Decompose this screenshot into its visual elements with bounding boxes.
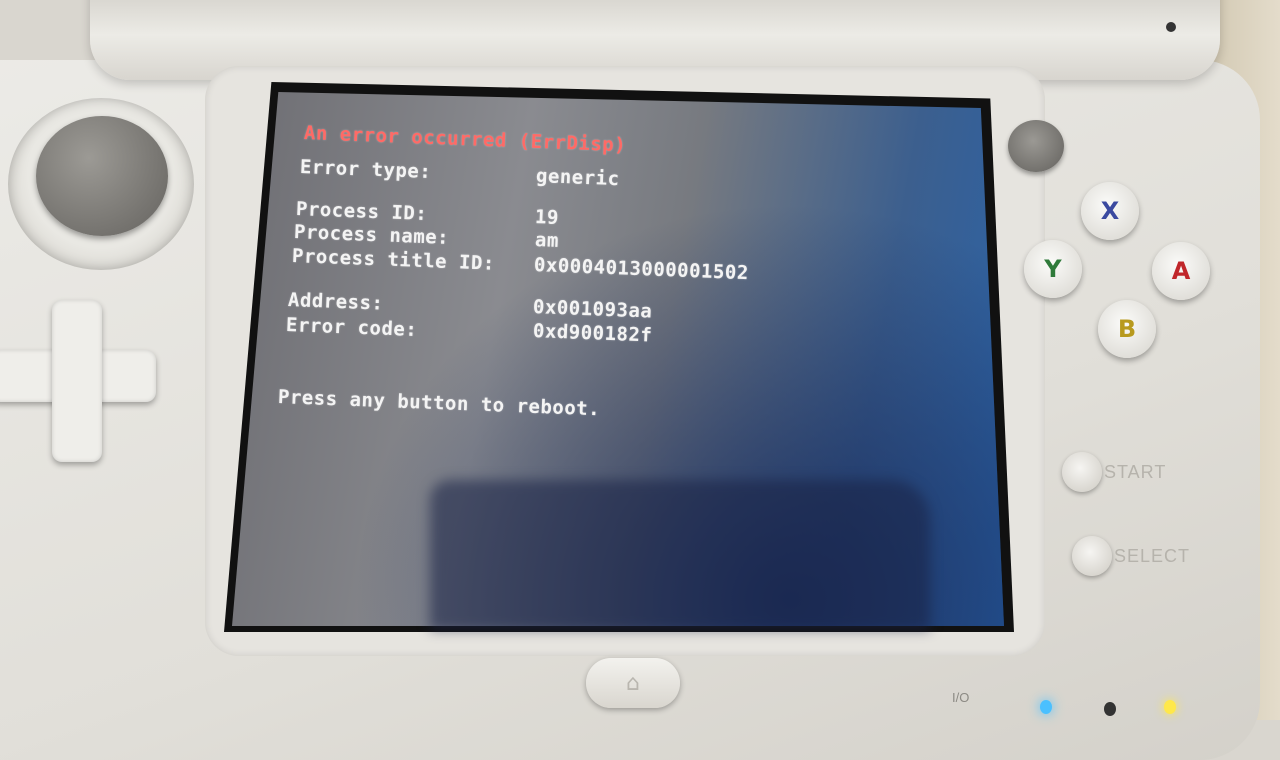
y-button-label: Y xyxy=(1044,255,1062,283)
home-icon: ⌂ xyxy=(626,670,640,696)
home-button[interactable]: ⌂ xyxy=(586,658,680,708)
x-button-label: X xyxy=(1100,197,1120,225)
select-label: SELECT xyxy=(1114,546,1191,566)
start-button[interactable] xyxy=(1062,452,1102,492)
address-label: Address: xyxy=(287,289,384,315)
process-name-value: am xyxy=(534,229,560,252)
c-stick[interactable] xyxy=(1008,120,1064,172)
error-type-value: generic xyxy=(535,165,620,191)
charge-led xyxy=(1164,700,1176,714)
a-button-label: A xyxy=(1171,257,1191,285)
screen-reflection xyxy=(430,480,930,630)
power-led xyxy=(1040,700,1052,714)
error-code-value: 0xd900182f xyxy=(532,320,653,347)
camera-led xyxy=(1104,702,1116,716)
y-button[interactable]: Y xyxy=(1024,240,1082,298)
circle-pad[interactable] xyxy=(36,116,168,236)
io-label: I/O xyxy=(952,690,970,705)
process-id-value: 19 xyxy=(534,206,560,229)
start-label: START xyxy=(1104,462,1167,482)
a-button[interactable]: A xyxy=(1152,242,1210,300)
x-button[interactable]: X xyxy=(1081,182,1139,240)
address-value: 0x001093aa xyxy=(532,296,653,323)
dpad-vertical[interactable] xyxy=(52,300,102,462)
select-button[interactable] xyxy=(1072,536,1112,576)
camera-dot xyxy=(1166,22,1176,32)
b-button-label: B xyxy=(1117,315,1137,343)
b-button[interactable]: B xyxy=(1098,300,1156,358)
